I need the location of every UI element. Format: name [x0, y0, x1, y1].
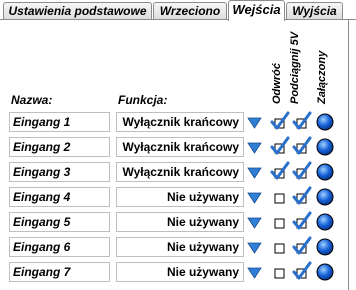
input-name-field[interactable]: Eingang 3 [9, 162, 110, 182]
triangle-down-icon[interactable] [247, 166, 262, 179]
input-function-select[interactable]: Nie używany [116, 187, 244, 207]
input-name-field[interactable]: Eingang 6 [9, 237, 110, 257]
invert-checkbox[interactable] [270, 211, 290, 231]
pullup-checkbox[interactable] [292, 161, 312, 181]
connected-led-icon [316, 213, 334, 231]
triangle-down-icon[interactable] [247, 216, 262, 229]
input-function-select[interactable]: Wyłącznik krańcowy [116, 112, 244, 132]
input-function-select[interactable]: Wyłącznik krańcowy [116, 162, 244, 182]
column-header-connected: Załączony [316, 50, 328, 104]
tab-spindle[interactable]: Wrzeciono [153, 2, 227, 20]
triangle-down-icon[interactable] [247, 266, 262, 279]
column-header-pullup: Podciągnij 5V [289, 31, 301, 104]
triangle-down-icon[interactable] [247, 191, 262, 204]
invert-checkbox[interactable] [270, 136, 290, 156]
column-header-function: Funkcja: [118, 93, 168, 107]
invert-checkbox[interactable] [270, 186, 290, 206]
invert-checkbox[interactable] [270, 111, 290, 131]
tab-basic-settings[interactable]: Ustawienia podstawowe [3, 2, 152, 20]
triangle-down-icon[interactable] [247, 116, 262, 129]
connected-led-icon [316, 238, 334, 256]
invert-checkbox[interactable] [270, 261, 290, 281]
tab-divider [0, 19, 356, 20]
pullup-checkbox[interactable] [292, 136, 312, 156]
connected-led-icon [316, 163, 334, 181]
panel-border [348, 19, 349, 290]
pullup-checkbox[interactable] [292, 111, 312, 131]
tab-outputs[interactable]: Wyjścia [286, 2, 343, 20]
invert-checkbox[interactable] [270, 161, 290, 181]
invert-checkbox[interactable] [270, 236, 290, 256]
input-name-field[interactable]: Eingang 4 [9, 187, 110, 207]
input-name-field[interactable]: Eingang 2 [9, 137, 110, 157]
tab-inputs[interactable]: Wejścia [228, 0, 285, 21]
column-header-invert: Odwróć [271, 63, 283, 104]
input-name-field[interactable]: Eingang 5 [9, 212, 110, 232]
input-name-field[interactable]: Eingang 7 [9, 262, 110, 282]
triangle-down-icon[interactable] [247, 241, 262, 254]
tab-bar: Ustawienia podstawowe Wrzeciono Wejścia … [0, 0, 356, 21]
input-function-select[interactable]: Nie używany [116, 262, 244, 282]
pullup-checkbox[interactable] [292, 261, 312, 281]
triangle-down-icon[interactable] [247, 141, 262, 154]
column-header-name: Nazwa: [11, 93, 53, 107]
connected-led-icon [316, 188, 334, 206]
connected-led-icon [316, 138, 334, 156]
connected-led-icon [316, 263, 334, 281]
input-function-select[interactable]: Nie używany [116, 212, 244, 232]
pullup-checkbox[interactable] [292, 236, 312, 256]
connected-led-icon [316, 113, 334, 131]
pullup-checkbox[interactable] [292, 186, 312, 206]
pullup-checkbox[interactable] [292, 211, 312, 231]
input-name-field[interactable]: Eingang 1 [9, 112, 110, 132]
input-function-select[interactable]: Wyłącznik krańcowy [116, 137, 244, 157]
input-function-select[interactable]: Nie używany [116, 237, 244, 257]
